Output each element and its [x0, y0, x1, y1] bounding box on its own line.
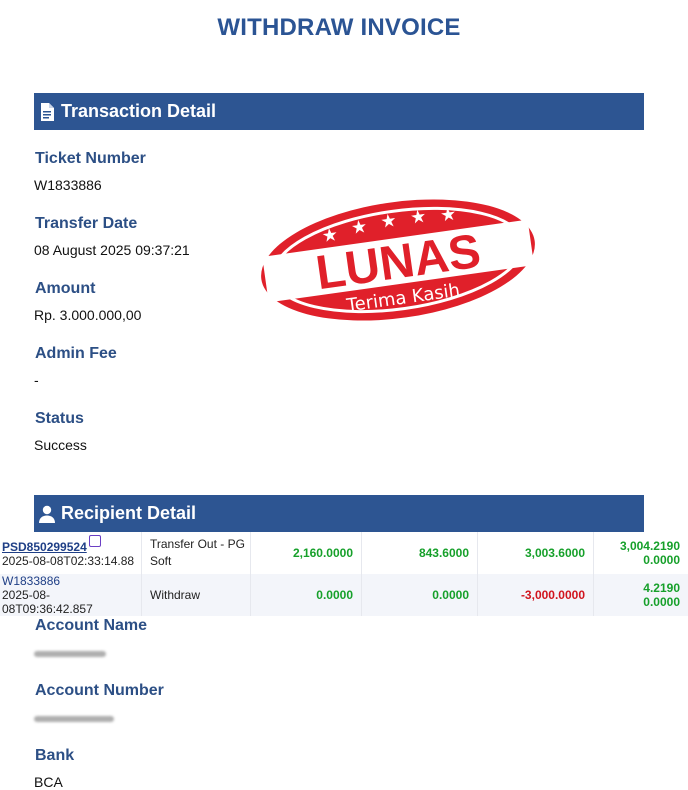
status-value: Success: [34, 437, 87, 453]
ticket-number-label: Ticket Number: [35, 150, 146, 168]
table-row: PSD850299524 2025-08-08T02:33:14.88 Tran…: [0, 532, 688, 574]
account-number-field: Account Number: [34, 682, 164, 725]
amount-label: Amount: [35, 280, 141, 298]
transaction-history-table: PSD850299524 2025-08-08T02:33:14.88 Tran…: [0, 532, 688, 616]
copy-icon[interactable]: [89, 535, 101, 547]
balance-cell: 3,004.2190 0.0000: [594, 532, 688, 574]
account-name-label: Account Name: [35, 617, 147, 635]
description: Withdraw: [142, 574, 251, 616]
transaction-id: W1833886: [2, 574, 139, 588]
document-icon: [38, 102, 56, 122]
amount-cell: 0.0000: [362, 574, 478, 616]
transfer-date-field: Transfer Date 08 August 2025 09:37:21: [34, 215, 190, 258]
transaction-detail-title: Transaction Detail: [61, 101, 216, 122]
svg-text:★: ★: [379, 210, 398, 233]
bank-label: Bank: [35, 747, 74, 765]
balance-value: 0.0000: [596, 553, 680, 567]
balance-value: 4.2190: [596, 581, 680, 595]
table-row: W1833886 2025-08-08T09:36:42.857 Withdra…: [0, 574, 688, 616]
balance-value: 3,004.2190: [596, 539, 680, 553]
transfer-date-value: 08 August 2025 09:37:21: [34, 242, 190, 258]
timestamp: 2025-08-08T02:33:14.88: [2, 554, 139, 568]
status-label: Status: [35, 410, 87, 428]
amount-cell: 2,160.0000: [251, 532, 362, 574]
ticket-number-value: W1833886: [34, 177, 146, 193]
admin-fee-field: Admin Fee -: [34, 345, 117, 388]
account-number-label: Account Number: [35, 682, 164, 700]
page-title: WITHDRAW INVOICE: [0, 14, 678, 42]
svg-text:★: ★: [350, 216, 369, 239]
amount-cell: 843.6000: [362, 532, 478, 574]
amount-value: Rp. 3.000.000,00: [34, 307, 141, 323]
transaction-id-link[interactable]: PSD850299524: [2, 540, 87, 554]
account-name-field: Account Name: [34, 617, 147, 660]
account-number-value-redacted: [34, 709, 164, 725]
bank-field: Bank BCA: [34, 747, 74, 790]
svg-text:★: ★: [409, 206, 428, 229]
status-field: Status Success: [34, 410, 87, 453]
user-icon: [38, 504, 56, 524]
amount-cell: 0.0000: [251, 574, 362, 616]
timestamp: 2025-08-08T09:36:42.857: [2, 588, 139, 616]
amount-cell: 3,003.6000: [478, 532, 594, 574]
svg-text:★: ★: [439, 204, 458, 227]
account-name-value-redacted: [34, 644, 147, 660]
amount-cell: -3,000.0000: [478, 574, 594, 616]
id-cell: W1833886 2025-08-08T09:36:42.857: [0, 574, 142, 616]
transfer-date-label: Transfer Date: [35, 215, 190, 233]
balance-value: 0.0000: [596, 595, 680, 609]
admin-fee-value: -: [34, 372, 117, 388]
paid-stamp: ★ ★ ★ ★ ★ LUNAS Terima Kasih: [256, 196, 540, 324]
transaction-detail-header: Transaction Detail: [34, 93, 644, 130]
balance-cell: 4.2190 0.0000: [594, 574, 688, 616]
description: Transfer Out - PG Soft: [142, 532, 251, 574]
recipient-detail-title: Recipient Detail: [61, 503, 196, 524]
admin-fee-label: Admin Fee: [35, 345, 117, 363]
recipient-detail-header: Recipient Detail: [34, 495, 644, 532]
amount-field: Amount Rp. 3.000.000,00: [34, 280, 141, 323]
bank-value: BCA: [34, 774, 74, 790]
id-cell: PSD850299524 2025-08-08T02:33:14.88: [0, 532, 142, 574]
ticket-number-field: Ticket Number W1833886: [34, 150, 146, 193]
